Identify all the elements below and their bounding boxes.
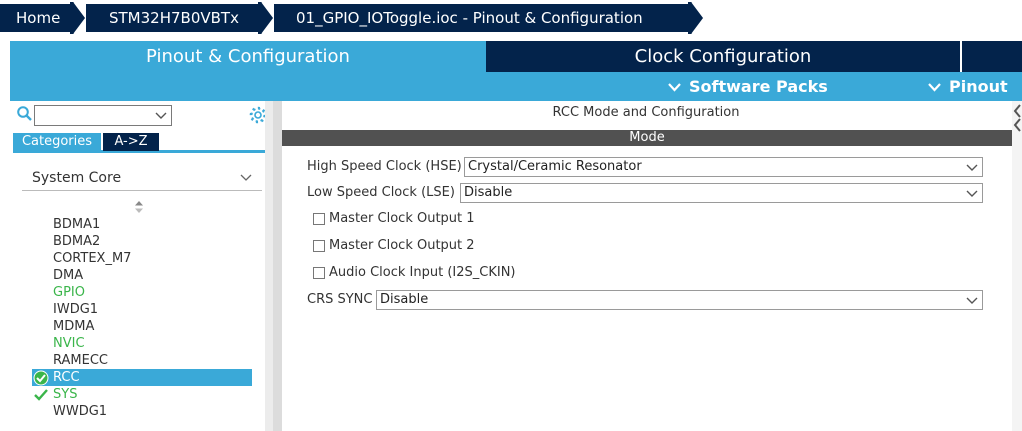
peripheral-item-gpio[interactable]: GPIO [32,284,252,301]
pinout-menu[interactable]: Pinout [928,72,1008,101]
peripheral-label: BDMA1 [53,217,101,232]
peripheral-item-ramecc[interactable]: RAMECC [32,352,252,369]
breadcrumb: Home STM32H7B0VBTx 01_GPIO_IOToggle.ioc … [0,0,1022,37]
peripheral-item-bdma2[interactable]: BDMA2 [32,233,252,250]
peripheral-label: RCC [53,370,80,385]
search-input[interactable] [34,105,172,126]
rcc-mode-panel: RCC Mode and Configuration Mode High Spe… [282,101,1012,431]
peripheral-item-mdma[interactable]: MDMA [32,318,252,335]
peripheral-item-iwdg1[interactable]: IWDG1 [32,301,252,318]
lse-select[interactable]: Disable [460,183,983,203]
breadcrumb-home-label: Home [16,9,61,27]
lse-select-value: Disable [464,185,513,200]
peripheral-label: CORTEX_M7 [53,251,132,266]
search-icon [17,106,32,121]
panel-divider[interactable] [273,101,282,431]
category-group-label: System Core [32,170,122,186]
tab-clock-configuration[interactable]: Clock Configuration [486,41,960,72]
peripheral-label: RAMECC [53,353,108,368]
peripheral-label: DMA [53,268,84,283]
peripheral-label: BDMA2 [53,234,101,249]
crs-sync-label: CRS SYNC [307,292,373,307]
tab-more[interactable] [962,41,1022,72]
left-panel-scrollbar[interactable] [265,101,273,431]
peripheral-item-cortex_m7[interactable]: CORTEX_M7 [32,250,252,267]
mco1-checkbox[interactable] [313,213,325,225]
breadcrumb-device[interactable]: STM32H7B0VBTx [86,4,258,32]
pinout-menu-label: Pinout [949,77,1008,96]
mco2-label: Master Clock Output 2 [329,238,475,253]
mco2-checkbox[interactable] [313,240,325,252]
collapse-arrow-icon[interactable] [1013,103,1021,133]
sub-toolbar: Software Packs Pinout [10,72,1022,101]
tab-pinout-configuration[interactable]: Pinout & Configuration [10,41,486,72]
peripheral-label: MDMA [53,319,95,334]
peripheral-item-wwdg1[interactable]: WWDG1 [32,403,252,420]
chevron-down-icon [966,297,978,304]
i2s-ckin-label: Audio Clock Input (I2S_CKIN) [329,265,516,280]
software-packs-menu[interactable]: Software Packs [668,72,828,101]
hse-select[interactable]: Crystal/Ceramic Resonator [464,157,983,177]
lse-label: Low Speed Clock (LSE) [307,185,455,200]
breadcrumb-home[interactable]: Home [0,4,70,32]
peripheral-label: IWDG1 [53,302,99,317]
peripheral-label: NVIC [53,336,85,351]
tab-a-to-z[interactable]: A->Z [103,133,159,151]
peripheral-item-nvic[interactable]: NVIC [32,335,252,352]
check-icon [34,389,48,401]
chevron-down-icon [240,174,252,181]
main-tabs: Pinout & Configuration Clock Configurati… [0,41,1022,72]
panel-title: RCC Mode and Configuration [552,105,740,120]
crs-sync-select-value: Disable [380,292,429,307]
category-group-header[interactable]: System Core [22,165,262,191]
chevron-down-icon [668,83,681,92]
breadcrumb-end-icon [688,2,705,34]
chevron-down-icon [966,190,978,197]
hse-label: High Speed Clock (HSE) [307,159,462,174]
chevron-down-icon [928,83,941,92]
crs-sync-select[interactable]: Disable [376,290,983,310]
peripheral-item-dma[interactable]: DMA [32,267,252,284]
hse-select-value: Crystal/Ceramic Resonator [468,159,642,174]
panel-splitter[interactable] [1012,101,1022,431]
mco1-label: Master Clock Output 1 [329,211,475,226]
mode-header: Mode [282,130,1012,146]
chevron-down-icon[interactable] [155,109,167,121]
check-circle-icon [33,370,49,386]
chevron-down-icon [966,164,978,171]
breadcrumb-project[interactable]: 01_GPIO_IOToggle.ioc - Pinout & Configur… [274,4,688,32]
software-packs-label: Software Packs [689,77,828,96]
peripheral-item-rcc[interactable]: RCC [32,369,252,386]
categories-panel: Categories A->Z System Core BDMA1 BDMA2 CO… [10,101,273,431]
sort-icon[interactable] [134,201,144,213]
peripheral-label: WWDG1 [53,404,108,419]
peripheral-item-bdma1[interactable]: BDMA1 [32,216,252,233]
breadcrumb-project-label: 01_GPIO_IOToggle.ioc - Pinout & Configur… [296,9,643,27]
peripheral-label: GPIO [53,285,85,300]
peripheral-item-sys[interactable]: SYS [32,386,252,403]
category-tabs: Categories A->Z [13,133,271,153]
peripheral-label: SYS [53,387,78,402]
breadcrumb-device-label: STM32H7B0VBTx [109,9,239,27]
peripheral-list: BDMA1 BDMA2 CORTEX_M7 DMA GPIO IWDG1 MDMA NVIC R… [32,216,252,420]
tab-categories[interactable]: Categories [13,133,101,151]
i2s-ckin-checkbox[interactable] [313,267,325,279]
